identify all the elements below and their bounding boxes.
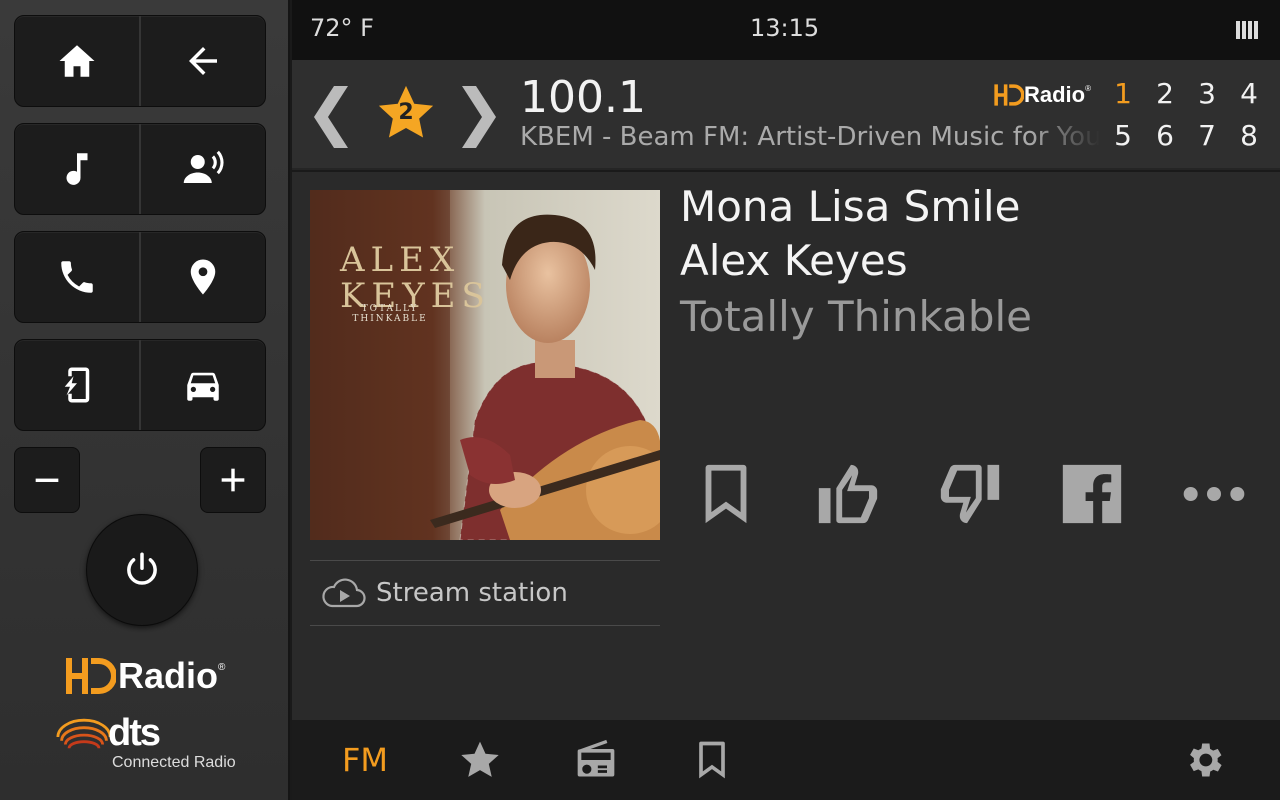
location-pin-icon (190, 259, 216, 295)
music-note-icon (66, 153, 88, 185)
song-artist: Alex Keyes (680, 236, 908, 285)
phone-projection-button[interactable] (15, 340, 139, 430)
chevron-right-icon (462, 86, 496, 148)
preset-number: 2 (398, 100, 414, 125)
button-row-comms (14, 231, 266, 323)
stream-station-button[interactable]: Stream station (310, 560, 660, 626)
minus-icon (35, 478, 59, 482)
clock: 13:15 (750, 14, 820, 42)
power-icon (127, 552, 157, 585)
more-icon (1183, 487, 1245, 501)
home-icon (59, 45, 95, 77)
power-button[interactable] (86, 514, 198, 626)
thumbs-up-button[interactable] (810, 456, 886, 532)
preset-8-button[interactable]: 8 (1228, 118, 1270, 154)
phone-button[interactable] (15, 232, 139, 322)
preset-5-button[interactable]: 5 (1102, 118, 1144, 154)
dts-waves-icon (56, 718, 112, 749)
thumbs-down-button[interactable] (932, 456, 1008, 532)
preset-6-button[interactable]: 6 (1144, 118, 1186, 154)
button-row-device (14, 339, 266, 431)
nav-radio-tab[interactable] (574, 736, 618, 784)
status-bar: 72° F 13:15 (292, 0, 1280, 60)
preset-4-button[interactable]: 4 (1228, 76, 1270, 112)
gear-icon (1190, 743, 1222, 777)
more-options-button[interactable] (1176, 456, 1252, 532)
voice-command-button[interactable] (139, 124, 265, 214)
station-header: 2 100.1 KBEM - Beam FM: Artist-Driven Mu… (292, 60, 1280, 170)
station-description: KBEM - Beam FM: Artist-Driven Music for … (520, 122, 1100, 152)
preset-7-button[interactable]: 7 (1186, 118, 1228, 154)
chevron-left-icon (314, 86, 348, 148)
next-station-button[interactable] (462, 86, 502, 148)
outside-temperature: 72° F (310, 14, 374, 42)
hd-radio-registered-mark: ® (1085, 84, 1092, 93)
music-button[interactable] (15, 124, 139, 214)
hd-radio-registered-mark: ® (218, 662, 226, 673)
thumbs-up-icon (818, 464, 878, 524)
thumbs-down-icon (940, 464, 1000, 524)
hd-radio-mark-icon (994, 84, 1024, 106)
bookmark-button[interactable] (688, 456, 764, 532)
phone-icon (61, 261, 93, 293)
album-art: ALEX KEYES TOTALLY THINKABLE (310, 190, 660, 540)
star-icon (461, 741, 499, 777)
back-arrow-icon (189, 47, 217, 75)
control-panel: Radio ® dts Connected Radio (0, 0, 290, 800)
radio-icon (577, 739, 615, 777)
bookmark-icon (699, 741, 725, 779)
preset-1-button[interactable]: 1 (1102, 76, 1144, 112)
hd-radio-logo: Radio ® (62, 652, 225, 700)
hd-radio-word: Radio (118, 655, 219, 696)
bookmark-icon (705, 464, 747, 524)
facebook-icon (1062, 464, 1122, 524)
dts-word: dts (108, 712, 161, 754)
button-row-media (14, 123, 266, 215)
settings-button[interactable] (1182, 736, 1226, 784)
album-art-album-text: TOTALLY THINKABLE (352, 304, 428, 324)
preset-2-button[interactable]: 2 (1144, 76, 1186, 112)
nav-fm-tab[interactable]: FM (332, 736, 398, 784)
volume-down-button[interactable] (14, 447, 80, 513)
dts-logo: dts Connected Radio (56, 712, 236, 776)
header-hd-radio-logo: Radio ® (992, 80, 1091, 110)
stream-station-label: Stream station (376, 578, 568, 608)
hd-radio-mark-icon (66, 658, 116, 694)
song-title: Mona Lisa Smile (680, 182, 1021, 231)
signal-strength-icon (1236, 21, 1258, 39)
preset-grid: 1 2 3 4 5 6 7 8 (1102, 76, 1272, 154)
bottom-navigation: FM (292, 720, 1280, 800)
home-button[interactable] (15, 16, 139, 106)
previous-station-button[interactable] (308, 86, 348, 148)
navigation-button[interactable] (139, 232, 265, 322)
nav-bookmarks-tab[interactable] (690, 736, 734, 784)
back-button[interactable] (139, 16, 265, 106)
hd-radio-word: Radio (1024, 82, 1086, 107)
button-row-navigation (14, 15, 266, 107)
voice-command-icon (183, 150, 224, 183)
dts-connected-radio-label: Connected Radio (112, 754, 236, 771)
nav-favorites-tab[interactable] (458, 736, 502, 784)
preset-3-button[interactable]: 3 (1186, 76, 1228, 112)
volume-up-button[interactable] (200, 447, 266, 513)
cloud-play-icon (322, 578, 366, 608)
car-icon (187, 372, 219, 401)
song-album: Totally Thinkable (680, 292, 1033, 341)
plus-icon (221, 468, 245, 492)
vehicle-button[interactable] (139, 340, 265, 430)
facebook-share-button[interactable] (1054, 456, 1130, 532)
station-frequency: 100.1 (520, 72, 646, 123)
phone-charge-icon (64, 367, 90, 403)
